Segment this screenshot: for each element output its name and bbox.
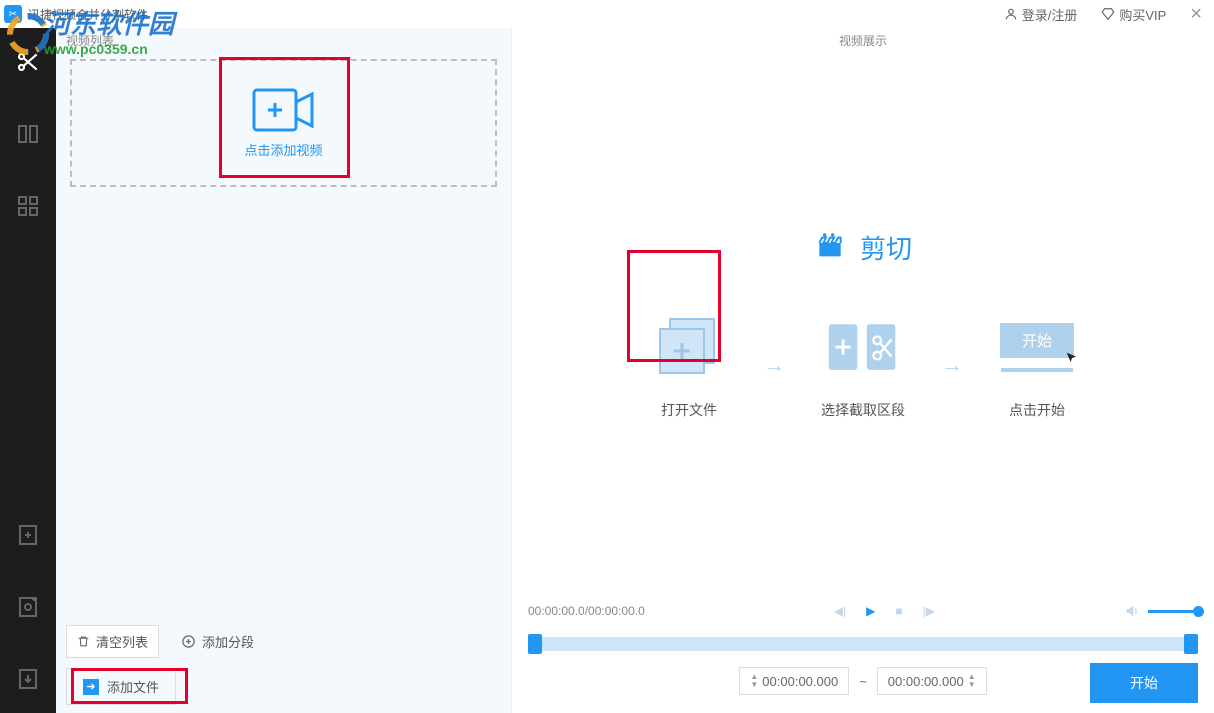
play-controls: 00:00:00.0/00:00:00.0 ◀| ▶ ■ |▶: [512, 595, 1214, 623]
titlebar: ✂ 迅捷视频合并分割软件 登录/注册 购买VIP ×: [0, 0, 1214, 28]
sidebar-item-add[interactable]: [14, 521, 42, 549]
add-video-icon: [252, 88, 316, 132]
app-title: 迅捷视频合并分割软件: [28, 6, 148, 23]
preview-area: 剪切 打开文件 →: [512, 53, 1214, 595]
time-start-input[interactable]: ▲▼ 00:00:00.000: [739, 667, 849, 695]
time-separator: ~: [859, 674, 867, 689]
file-plus-icon: [16, 523, 40, 547]
drop-text: 点击添加视频: [244, 140, 322, 159]
next-button[interactable]: |▶: [923, 604, 935, 618]
preview-header: 视频展示: [512, 28, 1214, 53]
clapperboard-icon: [814, 231, 846, 263]
range-handle-right[interactable]: [1184, 634, 1198, 654]
cut-title: 剪切: [814, 229, 912, 266]
login-button[interactable]: 登录/注册: [1004, 5, 1078, 24]
range-handle-left[interactable]: [528, 634, 542, 654]
step-click-start: 开始 点击开始: [999, 310, 1075, 420]
grid-icon: [16, 194, 40, 218]
open-files-icon: [652, 311, 726, 385]
steps-row: 打开文件 → 选择截取区段: [651, 310, 1075, 420]
range-slider[interactable]: [528, 637, 1198, 651]
trash-icon: [77, 635, 90, 648]
time-display: 00:00:00.0/00:00:00.0: [528, 604, 645, 618]
add-file-icon: ➜: [83, 679, 99, 695]
right-panel: 视频展示 剪切 打开文件 →: [511, 28, 1214, 713]
select-range-icon: [825, 317, 901, 379]
sidebar-item-settings[interactable]: [14, 593, 42, 621]
step3-label: 点击开始: [1009, 400, 1065, 420]
close-button[interactable]: ×: [1190, 3, 1202, 26]
cursor-icon: [1064, 350, 1080, 366]
volume-icon: [1124, 603, 1140, 619]
volume-control[interactable]: [1124, 603, 1198, 619]
add-segment-button[interactable]: 添加分段: [171, 625, 264, 658]
start-button[interactable]: 开始: [1090, 663, 1198, 703]
left-bottom-bar: 清空列表 添加分段 ➜ 添加文件: [56, 619, 511, 713]
scissors-icon: [15, 49, 41, 75]
stop-button[interactable]: ■: [895, 604, 902, 618]
sidebar-item-download[interactable]: [14, 665, 42, 693]
time-end-input[interactable]: 00:00:00.000 ▲▼: [877, 667, 987, 695]
step2-label: 选择截取区段: [821, 400, 905, 420]
titlebar-right: 登录/注册 购买VIP ×: [1004, 3, 1202, 26]
drop-area[interactable]: 点击添加视频: [70, 59, 497, 187]
sidebar-item-cut[interactable]: [14, 48, 42, 76]
vip-button[interactable]: 购买VIP: [1101, 5, 1166, 24]
step1-label: 打开文件: [661, 400, 717, 420]
columns-icon: [16, 122, 40, 146]
step-select-range: 选择截取区段: [821, 310, 905, 420]
playback-buttons: ◀| ▶ ■ |▶: [834, 604, 935, 618]
sidebar-item-grid[interactable]: [14, 192, 42, 220]
sidebar: [0, 28, 56, 713]
titlebar-left: ✂ 迅捷视频合并分割软件: [4, 5, 148, 23]
video-list-header: 视频列表: [56, 28, 511, 53]
user-icon: [1004, 7, 1018, 21]
play-button[interactable]: ▶: [866, 604, 875, 618]
volume-slider[interactable]: [1148, 610, 1198, 613]
spinner-icon[interactable]: ▲▼: [968, 673, 976, 689]
arrow-icon: →: [941, 352, 963, 378]
left-panel: 视频列表 点击添加视频 清空列表 添加分段: [56, 28, 511, 713]
arrow-icon: →: [763, 352, 785, 378]
app-icon: ✂: [4, 5, 22, 23]
main: 视频列表 点击添加视频 清空列表 添加分段: [0, 28, 1214, 713]
file-gear-icon: [16, 595, 40, 619]
add-file-button[interactable]: ➜ 添加文件: [66, 668, 176, 705]
diamond-icon: [1101, 7, 1115, 21]
clear-list-button[interactable]: 清空列表: [66, 625, 159, 658]
sidebar-item-merge[interactable]: [14, 120, 42, 148]
step-open-file[interactable]: 打开文件: [651, 310, 727, 420]
spinner-icon[interactable]: ▲▼: [750, 673, 758, 689]
prev-button[interactable]: ◀|: [834, 604, 846, 618]
file-download-icon: [16, 667, 40, 691]
plus-circle-icon: [181, 634, 196, 649]
start-mock-btn: 开始: [1000, 323, 1074, 358]
